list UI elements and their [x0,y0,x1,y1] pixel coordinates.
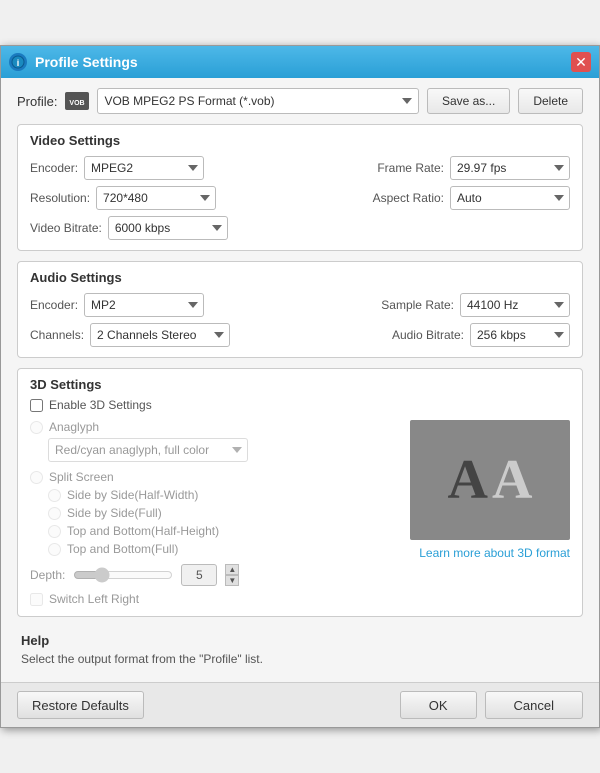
audio-bitrate-label: Audio Bitrate: [392,328,464,342]
profile-format-icon: VOB [65,92,89,110]
top-bottom-full-label: Top and Bottom(Full) [67,542,178,556]
anaglyph-label: Anaglyph [49,420,99,434]
preview-letter-a2: A [492,452,532,508]
preview-letter-a1: A [448,452,488,508]
audio-encoder-label: Encoder: [30,298,78,312]
restore-defaults-button[interactable]: Restore Defaults [17,691,144,719]
frame-rate-select[interactable]: 29.97 fps [450,156,570,180]
split-screen-label: Split Screen [49,470,114,484]
video-bitrate-label: Video Bitrate: [30,221,102,235]
3d-left-panel: Anaglyph Red/cyan anaglyph, full color S… [30,420,398,606]
aspect-ratio-label: Aspect Ratio: [373,191,444,205]
sample-rate-label: Sample Rate: [381,298,454,312]
learn-more-link[interactable]: Learn more about 3D format [419,546,570,560]
depth-arrows: ▲ ▼ [225,564,239,586]
3d-preview: A A [410,420,570,540]
profile-settings-window: i Profile Settings ✕ Profile: VOB VOB MP… [0,45,600,728]
svg-text:VOB: VOB [70,100,85,107]
resolution-select[interactable]: 720*480 [96,186,216,210]
enable-3d-label: Enable 3D Settings [49,398,152,412]
switch-left-right-label: Switch Left Right [49,592,139,606]
ok-button[interactable]: OK [400,691,477,719]
audio-settings-title: Audio Settings [30,270,570,285]
video-bitrate-select[interactable]: 6000 kbps [108,216,228,240]
side-by-side-full-label: Side by Side(Full) [67,506,162,520]
3d-body: Anaglyph Red/cyan anaglyph, full color S… [30,420,570,606]
side-by-side-full-radio[interactable] [48,507,61,520]
depth-up-arrow[interactable]: ▲ [225,564,239,575]
delete-button[interactable]: Delete [518,88,583,114]
save-as-button[interactable]: Save as... [427,88,510,114]
video-settings-title: Video Settings [30,133,570,148]
footer: Restore Defaults OK Cancel [1,682,599,727]
3d-preview-inner: A A [448,452,533,508]
aspect-ratio-select[interactable]: Auto [450,186,570,210]
depth-slider[interactable] [73,567,173,583]
encoder-label: Encoder: [30,161,78,175]
top-bottom-half-radio[interactable] [48,525,61,538]
resolution-label: Resolution: [30,191,90,205]
close-button[interactable]: ✕ [571,52,591,72]
settings-3d-title: 3D Settings [30,377,570,392]
window-icon: i [9,53,27,71]
channels-label: Channels: [30,328,84,342]
side-by-side-half-radio[interactable] [48,489,61,502]
audio-bitrate-select[interactable]: 256 kbps [470,323,570,347]
profile-label: Profile: [17,94,57,109]
anaglyph-type-select[interactable]: Red/cyan anaglyph, full color [48,438,248,462]
video-settings-section: Video Settings Encoder: MPEG2 Frame Rate… [17,124,583,251]
depth-label: Depth: [30,568,65,582]
profile-select[interactable]: VOB MPEG2 PS Format (*.vob) [97,88,418,114]
title-bar: i Profile Settings ✕ [1,46,599,78]
top-bottom-full-radio[interactable] [48,543,61,556]
main-content: Profile: VOB VOB MPEG2 PS Format (*.vob)… [1,78,599,682]
audio-encoder-select[interactable]: MP2 [84,293,204,317]
depth-input[interactable] [181,564,217,586]
help-title: Help [21,633,579,648]
settings-3d-section: 3D Settings Enable 3D Settings Anaglyph … [17,368,583,617]
switch-left-right-checkbox[interactable] [30,593,43,606]
profile-row: Profile: VOB VOB MPEG2 PS Format (*.vob)… [17,88,583,114]
enable-3d-checkbox[interactable] [30,399,43,412]
depth-down-arrow[interactable]: ▼ [225,575,239,586]
anaglyph-radio[interactable] [30,421,43,434]
side-by-side-half-label: Side by Side(Half-Width) [67,488,198,502]
help-text: Select the output format from the "Profi… [21,652,579,666]
frame-rate-label: Frame Rate: [377,161,444,175]
3d-right-panel: A A Learn more about 3D format [410,420,570,606]
audio-settings-section: Audio Settings Encoder: MP2 Sample Rate:… [17,261,583,358]
split-screen-radio[interactable] [30,471,43,484]
footer-right: OK Cancel [400,691,583,719]
sample-rate-select[interactable]: 44100 Hz [460,293,570,317]
encoder-select[interactable]: MPEG2 [84,156,204,180]
enable-3d-row: Enable 3D Settings [30,398,570,412]
svg-text:i: i [17,58,20,68]
cancel-button[interactable]: Cancel [485,691,583,719]
channels-select[interactable]: 2 Channels Stereo [90,323,230,347]
help-section: Help Select the output format from the "… [17,627,583,672]
window-title: Profile Settings [35,54,571,70]
top-bottom-half-label: Top and Bottom(Half-Height) [67,524,219,538]
